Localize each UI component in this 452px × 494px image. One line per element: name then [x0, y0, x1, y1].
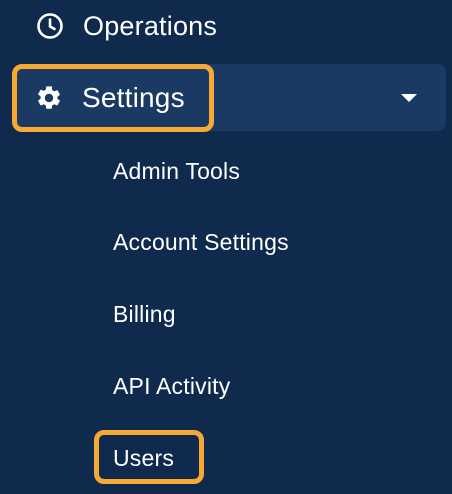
- sidebar-subitem-account-settings[interactable]: Account Settings: [113, 222, 289, 262]
- sidebar-subitem-users[interactable]: Users: [113, 438, 174, 478]
- sidebar: Operations Settings Admin Tools Account …: [0, 0, 452, 494]
- sidebar-subitem-api-activity[interactable]: API Activity: [113, 366, 230, 406]
- caret-down-icon[interactable]: [400, 92, 418, 104]
- sidebar-subitem-billing[interactable]: Billing: [113, 294, 176, 334]
- sidebar-item-label: Settings: [82, 81, 185, 113]
- sidebar-item-settings[interactable]: Settings: [14, 64, 446, 131]
- sidebar-item-operations[interactable]: Operations: [20, 4, 440, 48]
- gear-icon: [34, 83, 64, 113]
- sidebar-item-label: Operations: [83, 10, 218, 41]
- clock-icon: [35, 11, 65, 41]
- sidebar-subitem-admin-tools[interactable]: Admin Tools: [113, 151, 240, 191]
